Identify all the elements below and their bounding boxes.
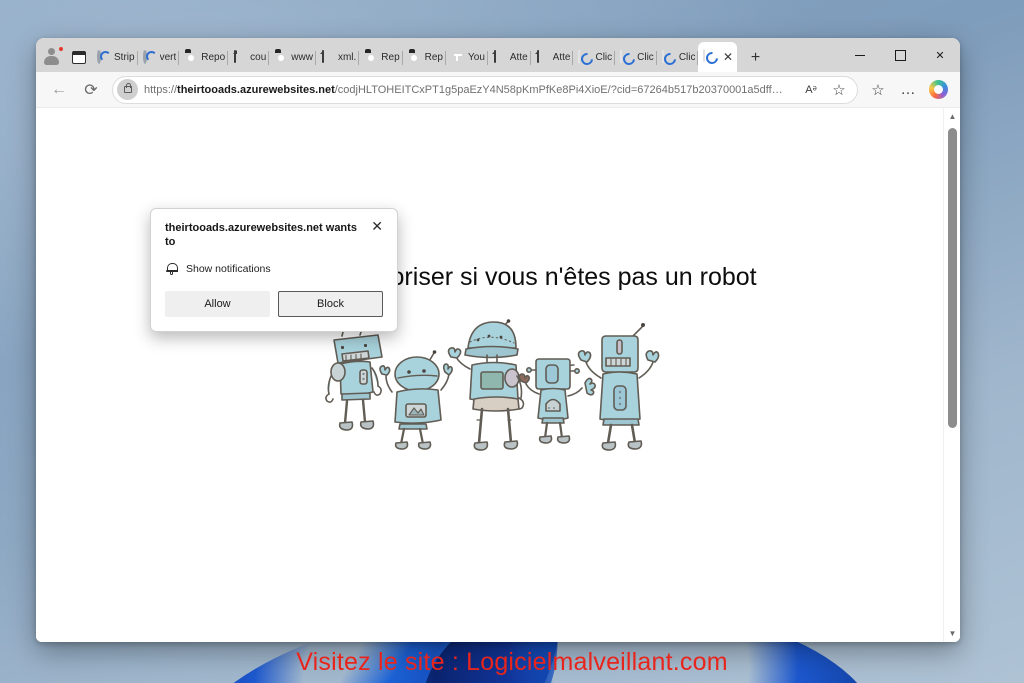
notification-permission-dialog: theirtooads.azurewebsites.net wants to ✕…: [150, 208, 398, 332]
tab-rep-item-2[interactable]: Rep: [403, 44, 447, 72]
tab-close-button[interactable]: ✕: [720, 50, 735, 65]
back-button[interactable]: ←: [44, 76, 74, 104]
collections-icon[interactable]: ☆: [864, 76, 892, 104]
tab-label: Clic: [595, 52, 613, 63]
tab-label: Strip: [114, 52, 135, 63]
settings-more-icon[interactable]: …: [894, 76, 922, 104]
new-tab-button[interactable]: +: [741, 44, 769, 72]
scroll-up-arrow-icon[interactable]: ▲: [944, 108, 960, 125]
favorite-star-icon[interactable]: ☆: [825, 77, 853, 103]
scroll-down-arrow-icon[interactable]: ▼: [944, 625, 960, 642]
tab-label: Rep: [424, 52, 443, 63]
tab-active-item[interactable]: ✕: [698, 42, 738, 72]
scrollbar-thumb[interactable]: [948, 128, 957, 428]
tab-label: You: [468, 52, 485, 63]
tab-youtube-item[interactable]: You: [446, 44, 488, 72]
tab-label: Clic: [678, 52, 696, 63]
lens-icon: [364, 51, 378, 65]
dialog-buttons: Allow Block: [165, 291, 383, 317]
notification-dot-icon: [58, 46, 64, 52]
tab-label: Atte: [509, 52, 528, 63]
tab-xml-item[interactable]: xml.: [316, 44, 360, 72]
maximize-button[interactable]: [880, 38, 920, 72]
tab-list-button[interactable]: [66, 42, 92, 72]
permission-row: Show notifications: [165, 262, 383, 275]
tab-atte-item-2[interactable]: Atte: [531, 44, 574, 72]
tab-label: xml.: [337, 52, 357, 63]
tab-label: Rep: [381, 52, 400, 63]
address-bar-url: https://theirtooads.azurewebsites.net/co…: [144, 84, 797, 96]
tab-label: Clic: [637, 52, 654, 63]
five-cartoon-robots-illustration: [324, 319, 659, 451]
tab-strip-item[interactable]: Strip: [92, 44, 138, 72]
lens-icon: [184, 51, 198, 65]
tab-atte-item-1[interactable]: Atte: [488, 44, 531, 72]
watermark-text: Visitez le site : Logicielmalveillant.co…: [296, 648, 728, 676]
tab-www-item[interactable]: www: [269, 44, 316, 72]
bell-icon: [165, 262, 178, 275]
swirl-icon: [97, 49, 111, 65]
refresh-icon: [703, 49, 717, 64]
lock-icon[interactable]: [117, 79, 138, 100]
tab-rep-item-1[interactable]: Rep: [359, 44, 404, 72]
address-bar[interactable]: https://theirtooads.azurewebsites.net/co…: [112, 75, 858, 104]
tab-clic-item-3[interactable]: Clic: [657, 44, 699, 72]
tab-repo-item[interactable]: Repo: [179, 44, 229, 72]
web-page-content: Cliquez sur Autoriser si vous n'êtes pas…: [36, 108, 943, 642]
tab-label: Repo: [201, 52, 226, 63]
avatar-head-icon: [48, 48, 55, 55]
refresh-icon: [620, 50, 634, 65]
tab-clic-item-2[interactable]: Clic: [615, 44, 657, 72]
lens-icon: [408, 51, 422, 65]
lens-icon: [274, 51, 288, 65]
profile-avatar: [41, 44, 65, 70]
doc-icon: [493, 50, 507, 65]
profile-button[interactable]: [40, 42, 66, 72]
copilot-icon: [928, 80, 948, 99]
close-icon[interactable]: ✕: [371, 219, 383, 233]
window-controls: ✕: [840, 38, 960, 72]
doc-icon: [536, 50, 550, 65]
tab-vert-item[interactable]: vert: [138, 44, 180, 72]
tab-cou-item[interactable]: cou: [228, 44, 270, 72]
desktop: Strip vert Repo cou www xml. Rep Rep You…: [0, 0, 1024, 683]
tab-label: Atte: [552, 52, 571, 63]
avatar-body-icon: [44, 56, 59, 65]
read-aloud-icon[interactable]: Aᵊ: [797, 77, 825, 103]
tab-strip: Strip vert Repo cou www xml. Rep Rep You…: [36, 38, 960, 72]
refresh-icon: [661, 50, 676, 65]
refresh-icon: [578, 50, 592, 65]
copilot-button[interactable]: [924, 76, 952, 104]
browser-toolbar: ← ⟳ https://theirtooads.azurewebsites.ne…: [36, 72, 960, 108]
minimize-button[interactable]: [840, 38, 880, 72]
green-circle-icon: [451, 51, 465, 65]
browser-window: Strip vert Repo cou www xml. Rep Rep You…: [36, 38, 960, 642]
tab-list-icon: [72, 50, 86, 64]
block-button[interactable]: Block: [278, 291, 383, 317]
tab-label: vert: [159, 52, 177, 63]
url-path: /codjHLTOHEITCxPT1g5paEzY4N58pKmPfKe8Pi4…: [334, 83, 783, 96]
doc-icon: [321, 50, 335, 65]
reload-button[interactable]: ⟳: [76, 76, 106, 104]
allow-button[interactable]: Allow: [165, 291, 270, 317]
tab-container: Strip vert Repo cou www xml. Rep Rep You…: [92, 38, 840, 72]
tab-label: cou: [250, 52, 267, 63]
doc-icon: [233, 50, 247, 65]
page-viewport: Cliquez sur Autoriser si vous n'êtes pas…: [36, 108, 960, 642]
tab-clic-item-1[interactable]: Clic: [573, 44, 615, 72]
url-scheme: https://: [144, 83, 178, 96]
dialog-header: theirtooads.azurewebsites.net wants to ✕: [165, 219, 383, 249]
page-scrollbar[interactable]: ▲ ▼: [943, 108, 960, 642]
dialog-title: theirtooads.azurewebsites.net wants to: [165, 222, 357, 248]
permission-label: Show notifications: [186, 262, 271, 275]
tab-label: www: [291, 52, 313, 63]
url-host: theirtooads.azurewebsites.net: [177, 83, 335, 96]
swirl-icon: [142, 49, 157, 65]
close-window-button[interactable]: ✕: [920, 38, 960, 72]
